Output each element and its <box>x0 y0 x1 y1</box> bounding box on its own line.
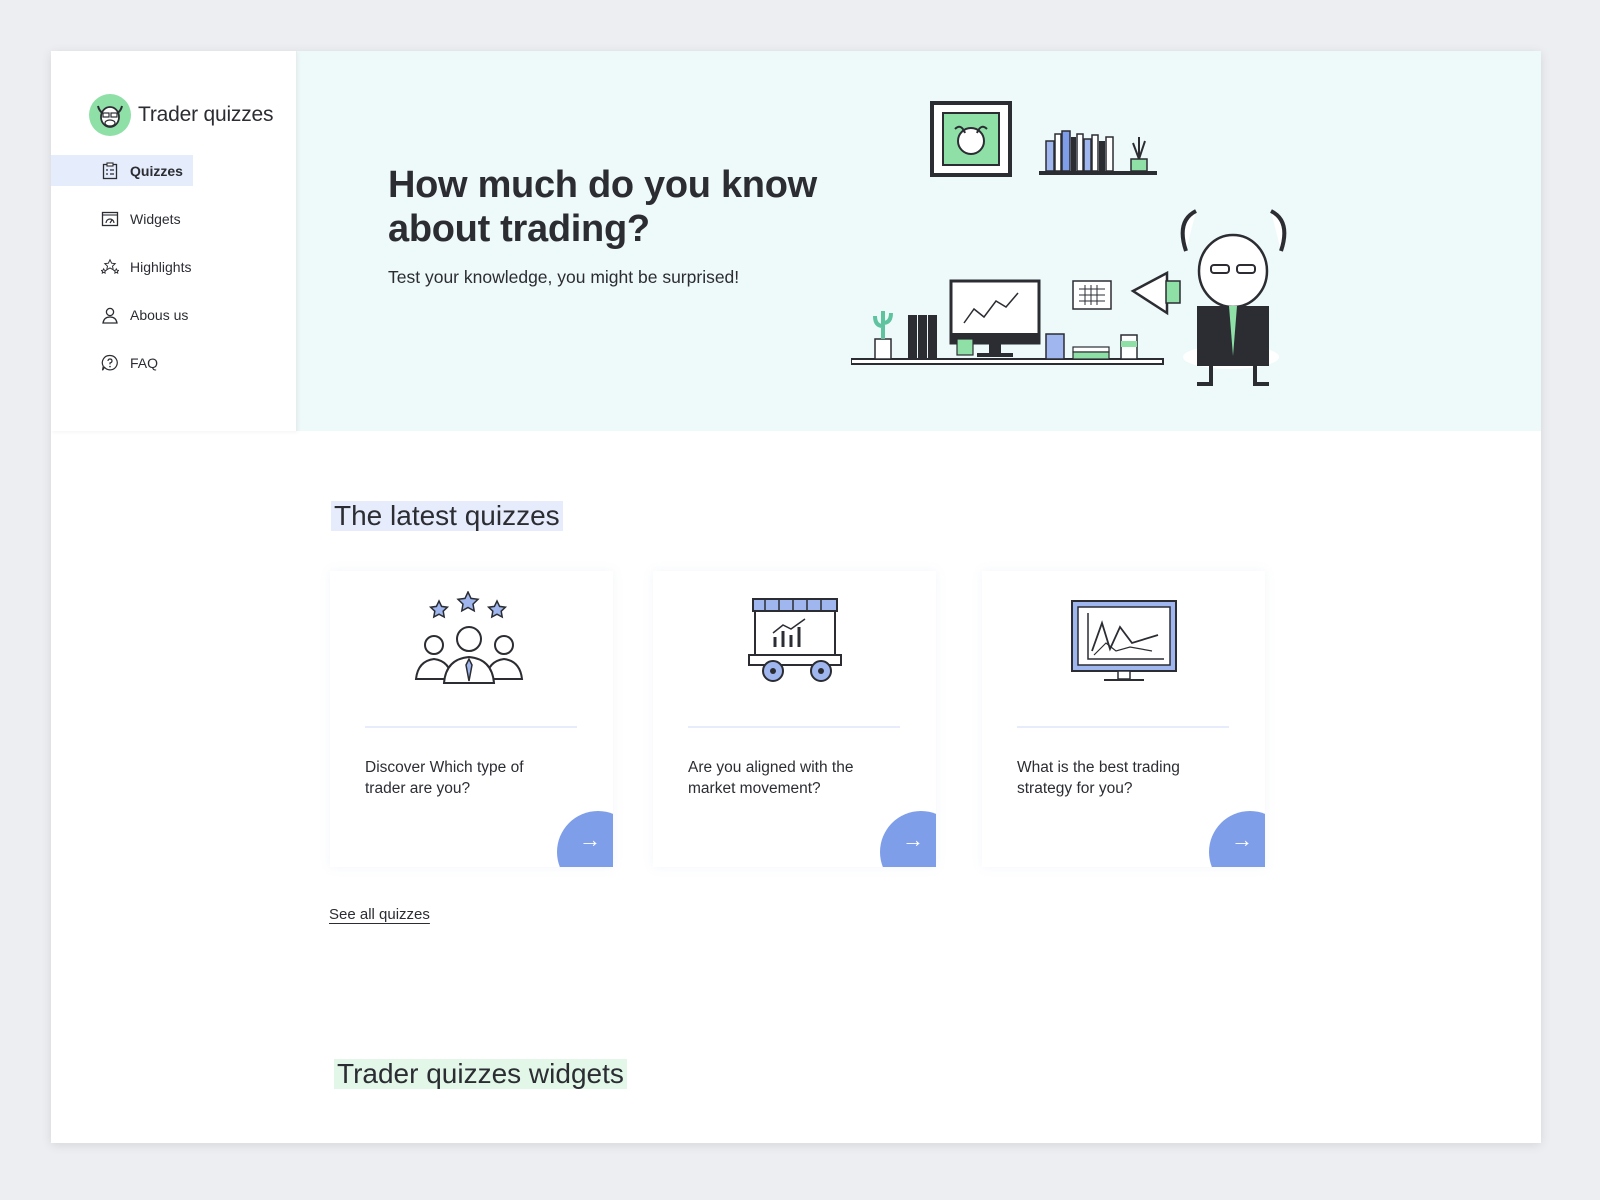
sidebar-item-label: Widgets <box>130 210 181 227</box>
arrow-right-icon: → <box>902 827 924 852</box>
card-divider <box>688 726 900 728</box>
dashboard-icon <box>101 210 119 228</box>
card-open-button[interactable]: → <box>557 811 613 867</box>
sidebar-item-highlights[interactable]: Highlights <box>51 251 193 282</box>
market-cart-icon <box>653 591 936 701</box>
card-title: What is the best trading strategy for yo… <box>1017 759 1180 797</box>
hero-subtitle: Test your knowledge, you might be surpri… <box>388 267 740 287</box>
wall-calendar <box>1072 280 1112 310</box>
user-icon <box>101 306 119 324</box>
binders <box>908 315 937 359</box>
quiz-card[interactable]: Are you aligned with the market movement… <box>653 571 936 867</box>
quiz-card[interactable]: What is the best trading strategy for yo… <box>982 571 1265 867</box>
card-open-button[interactable]: → <box>1209 811 1265 867</box>
sidebar-item-quizzes[interactable]: Quizzes <box>51 155 193 186</box>
sidebar-item-label: Highlights <box>130 258 192 275</box>
sidebar-nav: Quizzes Widgets Highlights Abous us FAQ <box>51 155 296 395</box>
see-all-quizzes-link[interactable]: See all quizzes <box>329 906 430 923</box>
rated-team-icon <box>330 591 613 701</box>
card-open-button[interactable]: → <box>880 811 936 867</box>
brand-name: Trader quizzes <box>138 103 274 126</box>
sidebar-item-about-us[interactable]: Abous us <box>51 299 193 330</box>
sidebar: Trader quizzes Quizzes Widgets Highlight… <box>51 51 297 431</box>
brand-logo[interactable]: Trader quizzes <box>89 94 274 136</box>
desktop-monitor <box>949 279 1041 357</box>
latest-quizzes-heading: The latest quizzes <box>331 501 563 531</box>
sidebar-item-faq[interactable]: FAQ <box>51 347 193 378</box>
quiz-card[interactable]: Discover Which type of trader are you? → <box>330 571 613 867</box>
sidebar-item-label: Abous us <box>130 306 189 323</box>
chart-monitor-icon <box>982 591 1265 701</box>
sidebar-item-label: FAQ <box>130 354 159 371</box>
card-title: Are you aligned with the market movement… <box>688 759 854 797</box>
card-divider <box>1017 726 1229 728</box>
book-shelf <box>1039 130 1157 175</box>
bull-head-icon <box>89 94 131 136</box>
framed-bull-picture <box>930 101 1012 177</box>
arrow-right-icon: → <box>1231 827 1253 852</box>
clipboard-icon <box>101 161 119 180</box>
cactus-plant <box>873 311 893 360</box>
sidebar-item-widgets[interactable]: Widgets <box>51 203 193 234</box>
card-title: Discover Which type of trader are you? <box>365 759 524 797</box>
hero-title: How much do you know about trading? <box>388 164 817 250</box>
widgets-heading: Trader quizzes widgets <box>334 1059 627 1089</box>
sidebar-item-label: Quizzes <box>130 162 183 179</box>
hero-illustration <box>850 101 1301 396</box>
card-divider <box>365 726 577 728</box>
page: How much do you know about trading? Test… <box>51 51 1541 1143</box>
stars-icon <box>101 258 119 276</box>
arrow-right-icon: → <box>579 827 601 852</box>
question-bubble-icon <box>101 354 119 372</box>
